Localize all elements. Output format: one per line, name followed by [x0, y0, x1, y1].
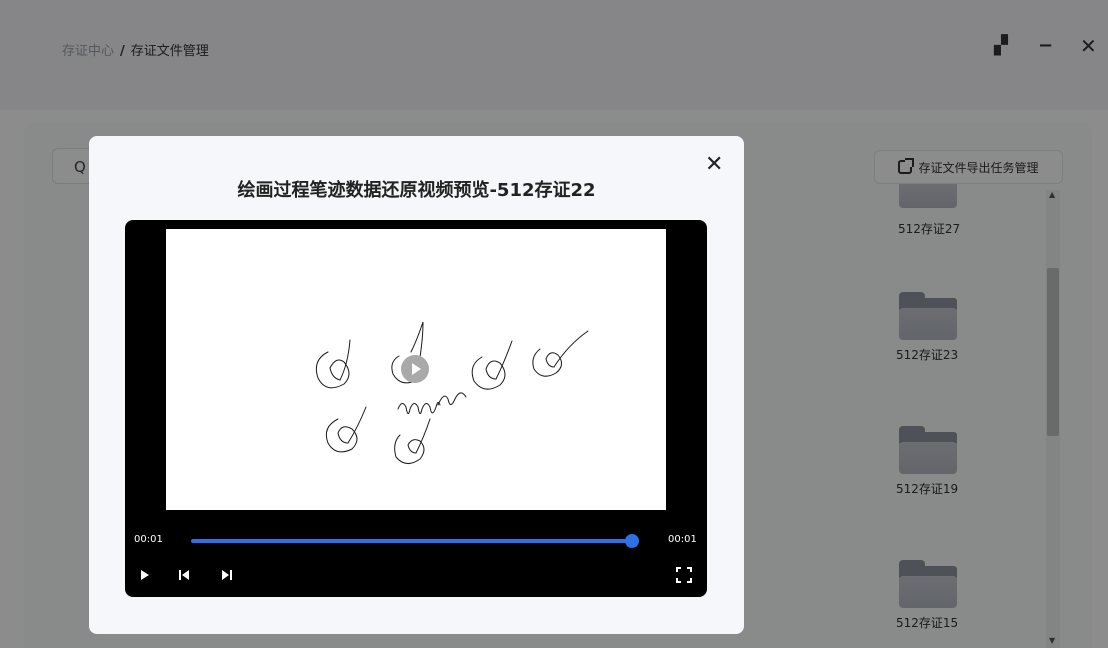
dialog-title: 绘画过程笔迹数据还原视频预览-512存证22	[237, 180, 596, 201]
play-overlay-icon[interactable]	[401, 355, 429, 383]
progress-handle[interactable]	[625, 534, 639, 548]
current-time: 00:01	[134, 534, 163, 545]
video-player[interactable]: 00:01 00:01	[125, 220, 707, 597]
skip-back-icon[interactable]	[179, 570, 189, 580]
skip-forward-icon[interactable]	[222, 570, 232, 580]
progress-bar[interactable]	[191, 539, 633, 543]
close-icon[interactable]: ✕	[705, 154, 723, 176]
video-preview-dialog: 绘画过程笔迹数据还原视频预览-512存证22 ✕ 00:01 00:01	[89, 136, 744, 634]
video-frame	[166, 229, 666, 510]
duration: 00:01	[668, 534, 697, 545]
fullscreen-icon[interactable]	[676, 567, 692, 583]
play-icon[interactable]	[141, 570, 149, 580]
